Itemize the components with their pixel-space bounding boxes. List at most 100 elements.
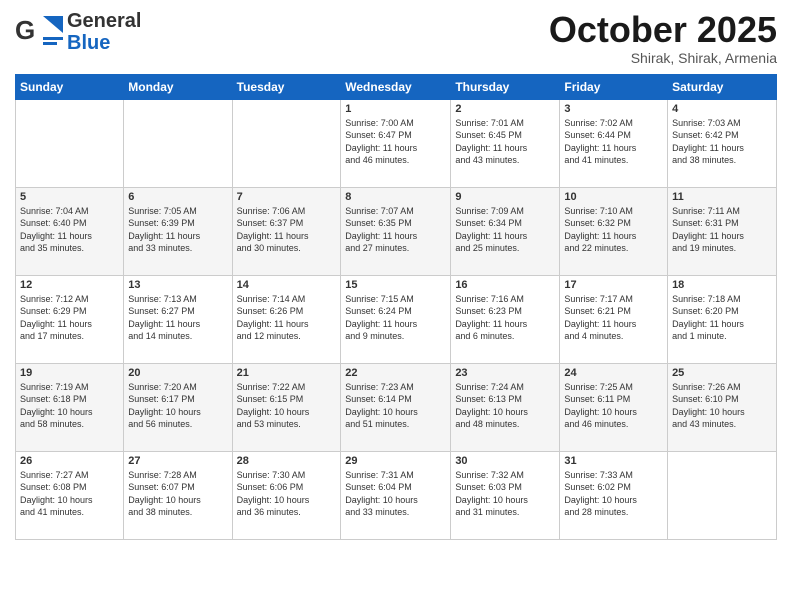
header: G General Blue October 2025 Shirak, Shir… xyxy=(15,10,777,66)
calendar-week-row: 26 Sunrise: 7:27 AM Sunset: 6:08 PM Dayli… xyxy=(16,451,777,539)
day-info: Sunrise: 7:00 AM Sunset: 6:47 PM Dayligh… xyxy=(345,117,446,167)
month-title: October 2025 xyxy=(549,10,777,50)
day-number: 24 xyxy=(564,367,663,379)
col-tuesday: Tuesday xyxy=(232,74,341,99)
table-row: 10 Sunrise: 7:10 AM Sunset: 6:32 PM Dayli… xyxy=(560,187,668,275)
table-row: 4 Sunrise: 7:03 AM Sunset: 6:42 PM Daylig… xyxy=(668,99,777,187)
day-info: Sunrise: 7:17 AM Sunset: 6:21 PM Dayligh… xyxy=(564,293,663,343)
day-number: 27 xyxy=(128,455,227,467)
table-row: 3 Sunrise: 7:02 AM Sunset: 6:44 PM Daylig… xyxy=(560,99,668,187)
day-info: Sunrise: 7:22 AM Sunset: 6:15 PM Dayligh… xyxy=(237,381,337,431)
day-number: 30 xyxy=(455,455,555,467)
day-number: 29 xyxy=(345,455,446,467)
day-info: Sunrise: 7:10 AM Sunset: 6:32 PM Dayligh… xyxy=(564,205,663,255)
table-row: 12 Sunrise: 7:12 AM Sunset: 6:29 PM Dayli… xyxy=(16,275,124,363)
day-number: 6 xyxy=(128,191,227,203)
table-row: 28 Sunrise: 7:30 AM Sunset: 6:06 PM Dayli… xyxy=(232,451,341,539)
col-wednesday: Wednesday xyxy=(341,74,451,99)
day-number: 4 xyxy=(672,103,772,115)
table-row: 9 Sunrise: 7:09 AM Sunset: 6:34 PM Daylig… xyxy=(451,187,560,275)
day-number: 25 xyxy=(672,367,772,379)
table-row: 24 Sunrise: 7:25 AM Sunset: 6:11 PM Dayli… xyxy=(560,363,668,451)
day-number: 21 xyxy=(237,367,337,379)
day-number: 9 xyxy=(455,191,555,203)
day-number: 23 xyxy=(455,367,555,379)
table-row: 20 Sunrise: 7:20 AM Sunset: 6:17 PM Dayli… xyxy=(124,363,232,451)
logo-icon: G xyxy=(15,11,65,53)
day-number: 18 xyxy=(672,279,772,291)
day-info: Sunrise: 7:09 AM Sunset: 6:34 PM Dayligh… xyxy=(455,205,555,255)
day-number: 5 xyxy=(20,191,119,203)
day-number: 20 xyxy=(128,367,227,379)
day-info: Sunrise: 7:11 AM Sunset: 6:31 PM Dayligh… xyxy=(672,205,772,255)
day-info: Sunrise: 7:18 AM Sunset: 6:20 PM Dayligh… xyxy=(672,293,772,343)
day-info: Sunrise: 7:33 AM Sunset: 6:02 PM Dayligh… xyxy=(564,469,663,519)
table-row xyxy=(124,99,232,187)
day-info: Sunrise: 7:16 AM Sunset: 6:23 PM Dayligh… xyxy=(455,293,555,343)
table-row: 25 Sunrise: 7:26 AM Sunset: 6:10 PM Dayli… xyxy=(668,363,777,451)
calendar-week-row: 5 Sunrise: 7:04 AM Sunset: 6:40 PM Daylig… xyxy=(16,187,777,275)
table-row: 13 Sunrise: 7:13 AM Sunset: 6:27 PM Dayli… xyxy=(124,275,232,363)
table-row: 23 Sunrise: 7:24 AM Sunset: 6:13 PM Dayli… xyxy=(451,363,560,451)
svg-text:G: G xyxy=(15,15,35,45)
day-info: Sunrise: 7:25 AM Sunset: 6:11 PM Dayligh… xyxy=(564,381,663,431)
day-number: 26 xyxy=(20,455,119,467)
day-info: Sunrise: 7:04 AM Sunset: 6:40 PM Dayligh… xyxy=(20,205,119,255)
table-row xyxy=(668,451,777,539)
day-info: Sunrise: 7:23 AM Sunset: 6:14 PM Dayligh… xyxy=(345,381,446,431)
day-info: Sunrise: 7:19 AM Sunset: 6:18 PM Dayligh… xyxy=(20,381,119,431)
table-row: 31 Sunrise: 7:33 AM Sunset: 6:02 PM Dayli… xyxy=(560,451,668,539)
day-number: 1 xyxy=(345,103,446,115)
table-row: 17 Sunrise: 7:17 AM Sunset: 6:21 PM Dayli… xyxy=(560,275,668,363)
calendar-week-row: 12 Sunrise: 7:12 AM Sunset: 6:29 PM Dayli… xyxy=(16,275,777,363)
day-number: 13 xyxy=(128,279,227,291)
day-info: Sunrise: 7:03 AM Sunset: 6:42 PM Dayligh… xyxy=(672,117,772,167)
day-info: Sunrise: 7:12 AM Sunset: 6:29 PM Dayligh… xyxy=(20,293,119,343)
day-info: Sunrise: 7:01 AM Sunset: 6:45 PM Dayligh… xyxy=(455,117,555,167)
day-info: Sunrise: 7:07 AM Sunset: 6:35 PM Dayligh… xyxy=(345,205,446,255)
day-number: 11 xyxy=(672,191,772,203)
table-row: 8 Sunrise: 7:07 AM Sunset: 6:35 PM Daylig… xyxy=(341,187,451,275)
day-info: Sunrise: 7:26 AM Sunset: 6:10 PM Dayligh… xyxy=(672,381,772,431)
day-info: Sunrise: 7:27 AM Sunset: 6:08 PM Dayligh… xyxy=(20,469,119,519)
day-info: Sunrise: 7:13 AM Sunset: 6:27 PM Dayligh… xyxy=(128,293,227,343)
day-info: Sunrise: 7:14 AM Sunset: 6:26 PM Dayligh… xyxy=(237,293,337,343)
day-info: Sunrise: 7:30 AM Sunset: 6:06 PM Dayligh… xyxy=(237,469,337,519)
day-number: 19 xyxy=(20,367,119,379)
table-row: 21 Sunrise: 7:22 AM Sunset: 6:15 PM Dayli… xyxy=(232,363,341,451)
col-saturday: Saturday xyxy=(668,74,777,99)
col-friday: Friday xyxy=(560,74,668,99)
day-info: Sunrise: 7:24 AM Sunset: 6:13 PM Dayligh… xyxy=(455,381,555,431)
day-number: 2 xyxy=(455,103,555,115)
day-info: Sunrise: 7:02 AM Sunset: 6:44 PM Dayligh… xyxy=(564,117,663,167)
table-row: 19 Sunrise: 7:19 AM Sunset: 6:18 PM Dayli… xyxy=(16,363,124,451)
table-row: 14 Sunrise: 7:14 AM Sunset: 6:26 PM Dayli… xyxy=(232,275,341,363)
logo-general-text: General xyxy=(67,10,141,32)
table-row: 30Sunrise: 7:32 AM Sunset: 6:03 PM Dayli… xyxy=(451,451,560,539)
day-number: 31 xyxy=(564,455,663,467)
logo: G General Blue xyxy=(15,10,141,54)
day-info: Sunrise: 7:20 AM Sunset: 6:17 PM Dayligh… xyxy=(128,381,227,431)
day-number: 12 xyxy=(20,279,119,291)
table-row: 26 Sunrise: 7:27 AM Sunset: 6:08 PM Dayli… xyxy=(16,451,124,539)
table-row xyxy=(232,99,341,187)
table-row: 6Sunrise: 7:05 AM Sunset: 6:39 PM Daylig… xyxy=(124,187,232,275)
col-sunday: Sunday xyxy=(16,74,124,99)
day-number: 22 xyxy=(345,367,446,379)
day-number: 17 xyxy=(564,279,663,291)
day-info: Sunrise: 7:06 AM Sunset: 6:37 PM Dayligh… xyxy=(237,205,337,255)
calendar-week-row: 19 Sunrise: 7:19 AM Sunset: 6:18 PM Dayli… xyxy=(16,363,777,451)
table-row: 2 Sunrise: 7:01 AM Sunset: 6:45 PM Daylig… xyxy=(451,99,560,187)
day-number: 7 xyxy=(237,191,337,203)
day-number: 8 xyxy=(345,191,446,203)
table-row: 7 Sunrise: 7:06 AM Sunset: 6:37 PM Daylig… xyxy=(232,187,341,275)
logo-blue-text: Blue xyxy=(67,32,141,54)
day-number: 28 xyxy=(237,455,337,467)
day-number: 15 xyxy=(345,279,446,291)
col-thursday: Thursday xyxy=(451,74,560,99)
day-number: 3 xyxy=(564,103,663,115)
table-row: 29Sunrise: 7:31 AM Sunset: 6:04 PM Dayli… xyxy=(341,451,451,539)
day-number: 10 xyxy=(564,191,663,203)
day-number: 14 xyxy=(237,279,337,291)
table-row xyxy=(16,99,124,187)
